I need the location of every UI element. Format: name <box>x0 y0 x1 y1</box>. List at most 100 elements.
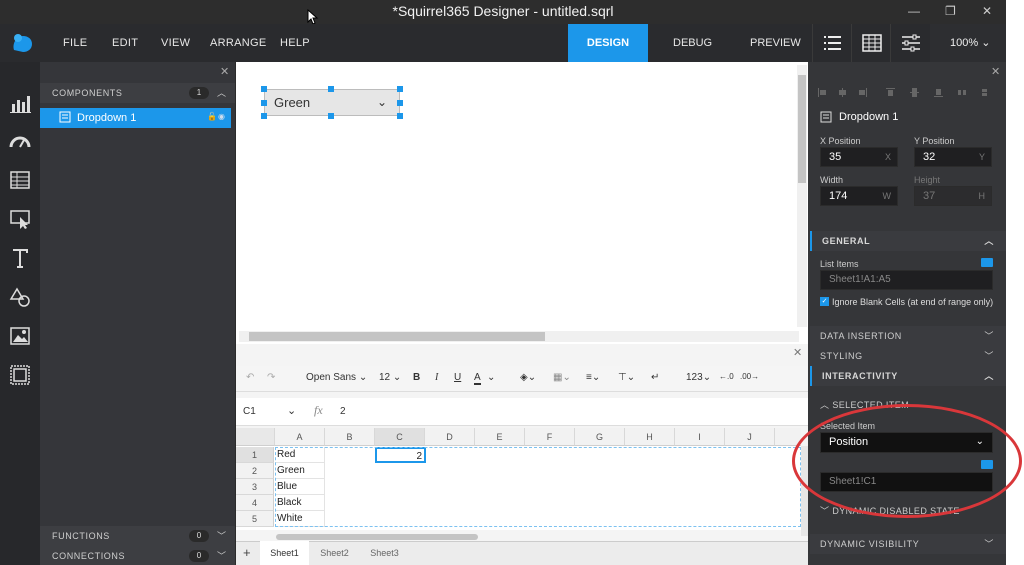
resize-handle[interactable] <box>397 100 403 106</box>
restore-icon[interactable]: ❐ <box>945 4 956 18</box>
sheet-tab-3[interactable]: Sheet3 <box>360 541 409 565</box>
zoom-select[interactable]: 100% ⌄ <box>930 24 1006 62</box>
text-color-icon[interactable]: A <box>474 372 481 385</box>
selection-icon[interactable] <box>9 208 31 230</box>
resize-handle[interactable] <box>261 100 267 106</box>
add-sheet-icon[interactable]: + <box>243 545 251 560</box>
font-size-select[interactable]: 12 ⌄ <box>379 372 401 383</box>
image-icon[interactable] <box>9 325 31 347</box>
chart-icon[interactable] <box>9 92 31 114</box>
close-window-icon[interactable]: ✕ <box>982 4 992 18</box>
row-header[interactable]: 4 <box>236 495 274 511</box>
increase-decimal-icon[interactable]: .00→ <box>740 372 759 381</box>
row-header[interactable]: 2 <box>236 463 274 479</box>
italic-icon[interactable]: I <box>435 372 438 383</box>
table-insert-icon[interactable] <box>9 169 31 191</box>
cell-a2[interactable]: Green <box>275 463 325 479</box>
component-name[interactable]: Dropdown 1 <box>839 111 898 123</box>
row-header[interactable]: 5 <box>236 511 274 527</box>
select-all-corner[interactable] <box>236 428 275 446</box>
interactivity-section-header[interactable]: INTERACTIVITY ︿ <box>810 366 1006 386</box>
column-header[interactable]: F <box>525 428 575 446</box>
grid-horizontal-scrollbar[interactable] <box>276 534 478 540</box>
text-icon[interactable] <box>9 247 31 269</box>
underline-icon[interactable]: U <box>454 372 461 383</box>
alignment-toolbar-icon[interactable] <box>816 86 996 98</box>
cell-a1[interactable]: Red <box>275 447 325 463</box>
undo-icon[interactable]: ↶ <box>246 372 254 383</box>
styling-section-header[interactable]: STYLING ﹀ <box>810 346 1006 366</box>
general-section-header[interactable]: GENERAL ︿ <box>810 231 1006 251</box>
menu-file[interactable]: FILE <box>63 37 87 49</box>
borders-icon[interactable]: ▦⌄ <box>553 372 571 383</box>
column-header[interactable]: B <box>325 428 375 446</box>
dynamic-visibility-section-header[interactable]: DYNAMIC VISIBILITY ﹀ <box>810 534 1006 554</box>
menu-arrange[interactable]: ARRANGE <box>210 37 267 49</box>
chevron-down-icon[interactable]: ⌄ <box>287 404 296 417</box>
settings-button[interactable] <box>890 24 928 62</box>
data-binding-icon[interactable] <box>981 258 993 267</box>
minimize-icon[interactable]: — <box>908 4 920 18</box>
squirrel-logo-icon[interactable] <box>10 32 36 54</box>
visibility-icon[interactable]: ◉ <box>218 112 225 121</box>
canvas-horizontal-scrollbar[interactable] <box>239 331 799 342</box>
wrap-text-icon[interactable]: ↵ <box>651 372 659 383</box>
resize-handle[interactable] <box>261 86 267 92</box>
resize-handle[interactable] <box>397 86 403 92</box>
cell-a5[interactable]: White <box>275 511 325 527</box>
grid-view-button[interactable] <box>851 24 889 62</box>
container-icon[interactable] <box>9 364 31 386</box>
column-header[interactable]: D <box>425 428 475 446</box>
x-position-input[interactable]: 35 X <box>820 147 898 167</box>
canvas-vertical-scrollbar[interactable] <box>797 65 807 327</box>
row-header[interactable]: 1 <box>236 447 274 463</box>
bold-icon[interactable]: B <box>413 372 420 383</box>
chevron-up-icon[interactable]: ︿ <box>217 86 226 99</box>
menu-help[interactable]: HELP <box>280 37 310 49</box>
data-insertion-section-header[interactable]: DATA INSERTION ﹀ <box>810 326 1006 346</box>
sheet-tab-1[interactable]: Sheet1 <box>260 541 309 565</box>
cell-reference[interactable]: C1 <box>243 406 256 417</box>
tab-debug[interactable]: DEBUG <box>673 37 712 49</box>
column-header[interactable]: A <box>275 428 325 446</box>
vertical-align-icon[interactable]: ⊤⌄ <box>618 372 635 383</box>
close-sheet-icon[interactable]: ✕ <box>793 346 802 359</box>
resize-handle[interactable] <box>328 113 334 119</box>
formula-input[interactable]: 2 <box>340 406 346 417</box>
close-panel-icon[interactable]: ✕ <box>220 65 229 78</box>
align-icon[interactable]: ≡⌄ <box>586 372 600 383</box>
ignore-blank-checkbox[interactable]: ✓ <box>820 297 829 306</box>
resize-handle[interactable] <box>397 113 403 119</box>
chevron-down-icon[interactable]: ⌄ <box>487 372 495 383</box>
font-select[interactable]: Open Sans ⌄ <box>306 372 367 383</box>
cell-a3[interactable]: Blue <box>275 479 325 495</box>
column-header[interactable]: E <box>475 428 525 446</box>
resize-handle[interactable] <box>261 113 267 119</box>
close-properties-icon[interactable]: ✕ <box>991 65 1000 78</box>
decrease-decimal-icon[interactable]: ←.0 <box>719 372 734 381</box>
column-header[interactable]: I <box>675 428 725 446</box>
width-input[interactable]: 174 W <box>820 186 898 206</box>
cell-c1[interactable]: 2 <box>375 447 426 463</box>
chevron-down-icon[interactable]: ﹀ <box>217 529 226 542</box>
list-items-input[interactable]: Sheet1!A1:A5 <box>820 270 993 290</box>
row-header[interactable]: 3 <box>236 479 274 495</box>
tab-preview[interactable]: PREVIEW <box>750 37 801 49</box>
redo-icon[interactable]: ↷ <box>267 372 275 383</box>
number-format-select[interactable]: 123⌄ <box>686 372 711 383</box>
spreadsheet-grid[interactable]: A B C D E F G H I J 1 2 3 4 5 Red Green … <box>236 428 801 530</box>
lock-icon[interactable]: 🔓 <box>207 112 217 121</box>
menu-edit[interactable]: EDIT <box>112 37 138 49</box>
column-header[interactable]: G <box>575 428 625 446</box>
gauge-icon[interactable] <box>9 130 31 152</box>
column-header[interactable]: J <box>725 428 775 446</box>
list-view-button[interactable] <box>812 24 850 62</box>
fill-color-icon[interactable]: ◈⌄ <box>520 372 536 383</box>
chevron-down-icon[interactable]: ﹀ <box>217 549 226 562</box>
tab-design[interactable]: DESIGN <box>568 24 648 62</box>
y-position-input[interactable]: 32 Y <box>914 147 992 167</box>
menu-view[interactable]: VIEW <box>161 37 190 49</box>
sheet-tab-2[interactable]: Sheet2 <box>310 541 359 565</box>
resize-handle[interactable] <box>328 86 334 92</box>
dropdown-component[interactable]: Green ⌄ <box>264 89 400 116</box>
